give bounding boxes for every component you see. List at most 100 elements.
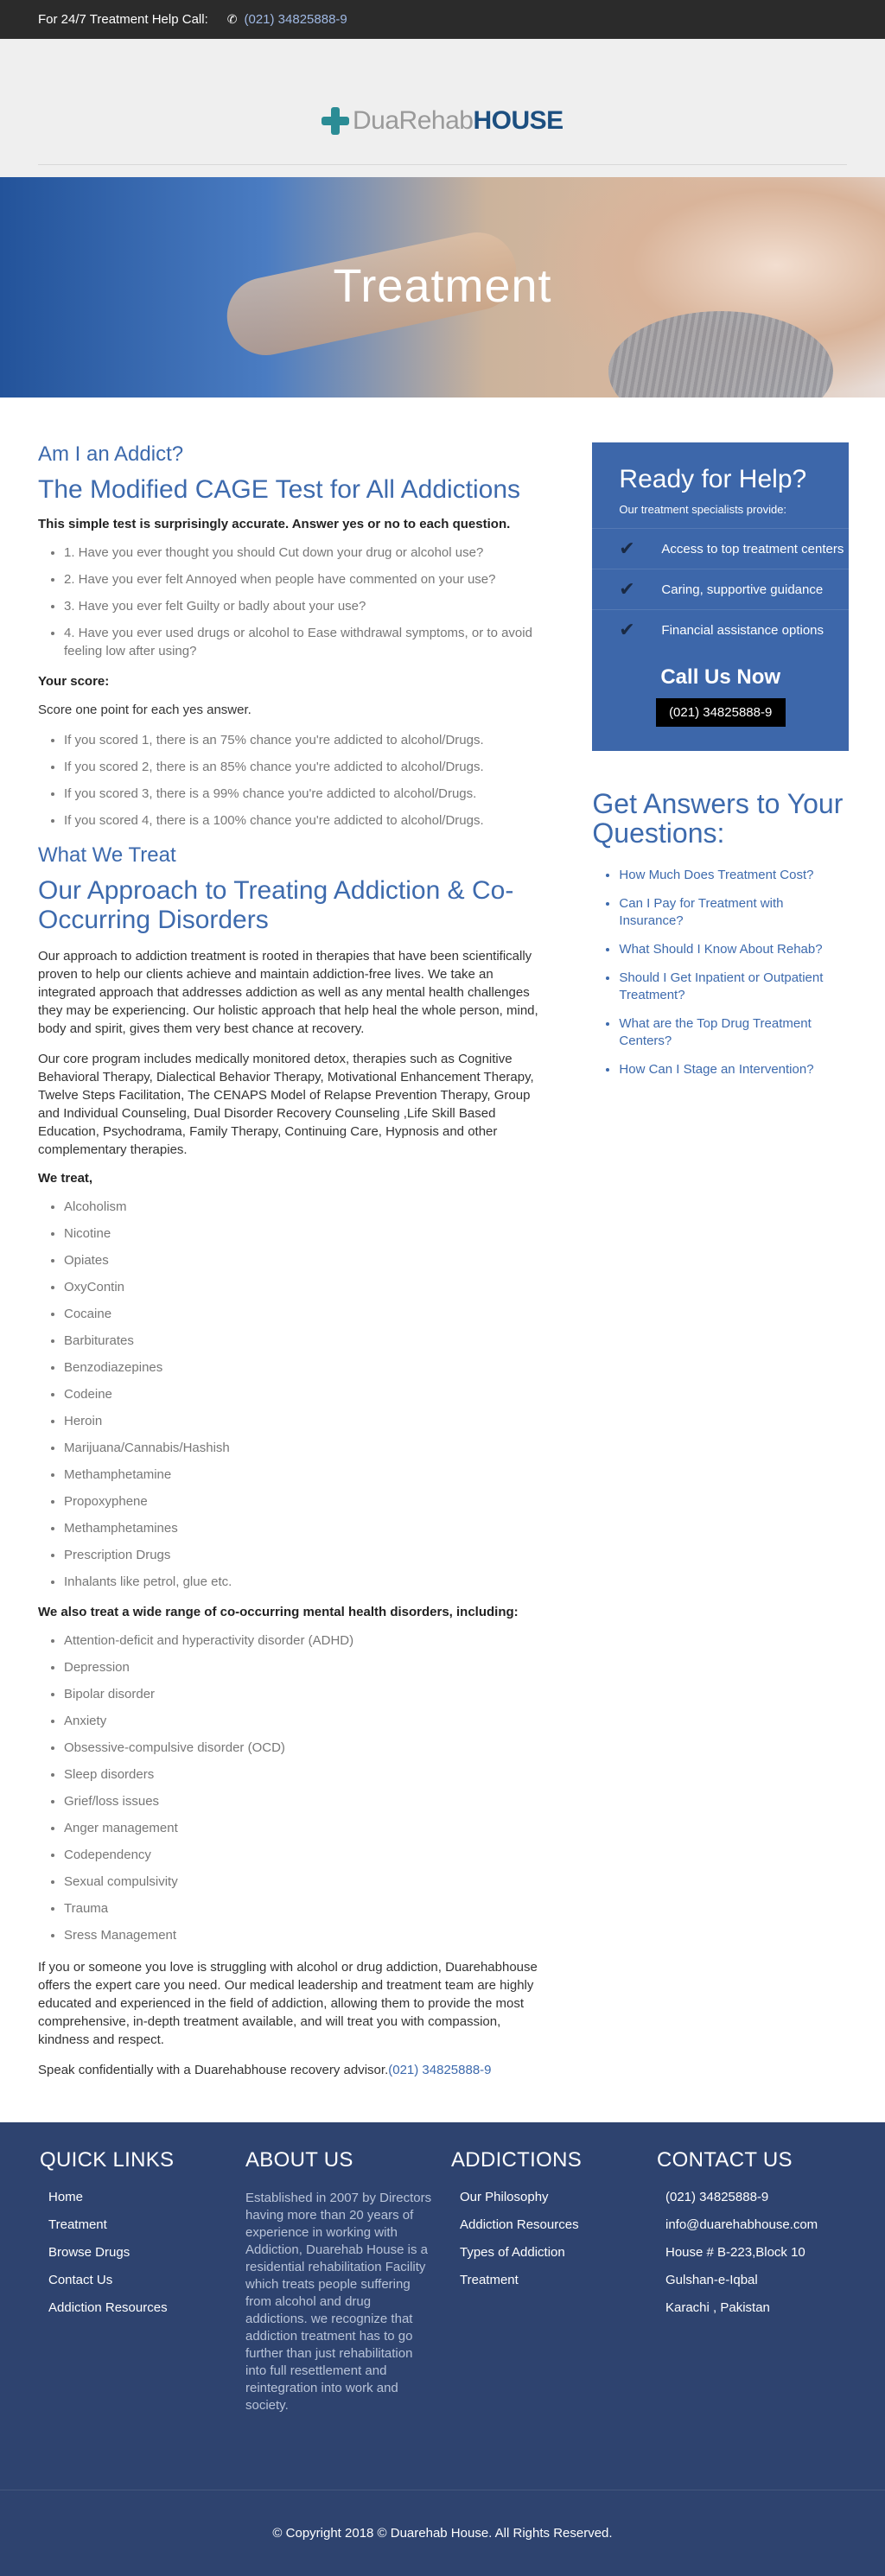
list-item: If you scored 2, there is an 85% chance … [64, 758, 547, 776]
score-intro: Score one point for each yes answer. [38, 703, 251, 717]
question-link-text[interactable]: What Should I Know About Rehab? [619, 942, 822, 957]
list-item: Anger management [64, 1819, 547, 1837]
heading-am-i-addict: Am I an Addict? [38, 442, 184, 466]
call-us-heading: Call Us Now [660, 665, 781, 689]
top-bar: For 24/7 Treatment Help Call: ✆ (021) 34… [0, 0, 885, 39]
footer-contact-phone[interactable]: (021) 34825888-9 [665, 2190, 863, 2204]
footer-link-treatment-2[interactable]: Treatment [460, 2273, 519, 2287]
site-logo[interactable]: DuaRehabHOUSE [322, 106, 563, 136]
list-item: Obsessive-compulsive disorder (OCD) [64, 1739, 547, 1757]
help-feature-item: ✔ Access to top treatment centers [592, 528, 849, 569]
list-item: 4. Have you ever used drugs or alcohol t… [64, 624, 547, 660]
list-item: Heroin [64, 1412, 547, 1430]
footer-link-home[interactable]: Home [48, 2190, 83, 2204]
site-header: DuaRehabHOUSE [0, 39, 885, 195]
question-link-text[interactable]: Can I Pay for Treatment with Insurance? [619, 896, 783, 928]
help-box: Ready for Help? Our treatment specialist… [592, 442, 849, 751]
list-item: Grief/loss issues [64, 1792, 547, 1810]
question-link-text[interactable]: How Can I Stage an Intervention? [619, 1062, 813, 1077]
footer-link-resources[interactable]: Addiction Resources [460, 2217, 579, 2232]
topbar-phone-number: (021) 34825888-9 [244, 12, 347, 27]
footer-addictions: ADDICTIONS Our Philosophy Addiction Reso… [451, 2148, 657, 2490]
we-treat-heading: We treat, [38, 1171, 93, 1186]
footer-link-philosophy[interactable]: Our Philosophy [460, 2190, 549, 2204]
question-link[interactable]: Should I Get Inpatient or Outpatient Tre… [619, 970, 849, 1004]
phone-icon: ✆ [226, 12, 238, 26]
list-item: Codeine [64, 1385, 547, 1403]
footer-link-types[interactable]: Types of Addiction [460, 2245, 565, 2260]
list-item: Propoxyphene [64, 1492, 547, 1511]
list-item: 3. Have you ever felt Guilty or badly ab… [64, 597, 547, 615]
heading-our-approach: Our Approach to Treating Addiction & Co-… [38, 876, 514, 934]
list-item: Anxiety [64, 1712, 547, 1730]
list-item: OxyContin [64, 1278, 547, 1296]
header-divider [38, 164, 847, 165]
footer-contact-address-2: Gulshan-e-Iqbal [665, 2273, 758, 2287]
footer-contact-address-1: House # B-223,Block 10 [665, 2245, 805, 2260]
footer-contact-title: CONTACT US [657, 2148, 793, 2172]
list-item: Cocaine [64, 1305, 547, 1323]
site-footer: QUICK LINKS Home Treatment Browse Drugs … [0, 2122, 885, 2576]
list-item: Benzodiazepines [64, 1358, 547, 1377]
approach-paragraph: Our approach to addiction treatment is r… [38, 949, 538, 1036]
help-feature-item: ✔ Financial assistance options [592, 609, 849, 650]
score-list: If you scored 1, there is an 75% chance … [38, 731, 547, 830]
heading-cage-test: The Modified CAGE Test for All Addiction… [38, 475, 521, 504]
question-link-text[interactable]: Should I Get Inpatient or Outpatient Tre… [619, 970, 823, 1002]
footer-contact-email[interactable]: info@duarehabhouse.com [665, 2217, 863, 2232]
helpline-label: For 24/7 Treatment Help Call: [38, 12, 208, 27]
advisor-phone-link[interactable]: (021) 34825888-9 [388, 2063, 491, 2077]
list-item: Codependency [64, 1846, 547, 1864]
question-list: 1. Have you ever thought you should Cut … [38, 544, 547, 660]
checkmark-icon: ✔ [619, 578, 635, 600]
footer-about-text: Established in 2007 by Directors having … [245, 2191, 432, 2413]
disorder-list: Attention-deficit and hyperactivity diso… [38, 1631, 547, 1944]
list-item: If you scored 1, there is an 75% chance … [64, 731, 547, 749]
help-feature-item: ✔ Caring, supportive guidance [592, 569, 849, 609]
sidebar: Ready for Help? Our treatment specialist… [592, 442, 849, 2091]
question-link[interactable]: How Can I Stage an Intervention? [619, 1061, 849, 1078]
substance-list: Alcoholism Nicotine Opiates OxyContin Co… [38, 1198, 547, 1591]
list-item: 2. Have you ever felt Annoyed when peopl… [64, 570, 547, 588]
footer-about-title: ABOUT US [245, 2148, 353, 2172]
question-link-text[interactable]: How Much Does Treatment Cost? [619, 868, 813, 882]
topbar-phone-link[interactable]: ✆ (021) 34825888-9 [227, 12, 347, 27]
question-link[interactable]: How Much Does Treatment Cost? [619, 867, 849, 884]
help-feature-label: Financial assistance options [661, 622, 825, 638]
heading-what-we-treat: What We Treat [38, 843, 176, 867]
medical-cross-icon [322, 107, 349, 135]
main-content: Am I an Addict? The Modified CAGE Test f… [38, 442, 547, 2091]
question-link[interactable]: What Should I Know About Rehab? [619, 941, 849, 958]
help-box-title: Ready for Help? [619, 465, 807, 493]
list-item: Trauma [64, 1899, 547, 1918]
footer-link-browse-drugs[interactable]: Browse Drugs [48, 2245, 130, 2260]
list-item: If you scored 4, there is a 100% chance … [64, 811, 547, 830]
list-item: Inhalants like petrol, glue etc. [64, 1573, 547, 1591]
list-item: Methamphetamine [64, 1466, 547, 1484]
question-link-text[interactable]: What are the Top Drug Treatment Centers? [619, 1016, 811, 1048]
list-item: Bipolar disorder [64, 1685, 547, 1703]
question-link[interactable]: Can I Pay for Treatment with Insurance? [619, 895, 849, 930]
footer-link-contact[interactable]: Contact Us [48, 2273, 112, 2287]
list-item: If you scored 3, there is a 99% chance y… [64, 785, 547, 803]
footer-link-treatment[interactable]: Treatment [48, 2217, 107, 2232]
footer-quick-links-title: QUICK LINKS [40, 2148, 175, 2172]
call-phone-button[interactable]: (021) 34825888-9 [655, 698, 786, 727]
also-treat-heading: We also treat a wide range of co-occurri… [38, 1605, 519, 1619]
footer-contact-address-3: Karachi , Pakistan [665, 2300, 770, 2315]
test-intro: This simple test is surprisingly accurat… [38, 517, 511, 531]
checkmark-icon: ✔ [619, 537, 635, 559]
question-link[interactable]: What are the Top Drug Treatment Centers? [619, 1015, 849, 1050]
list-item: Opiates [64, 1251, 547, 1269]
help-feature-label: Caring, supportive guidance [661, 582, 824, 597]
footer-link-addiction-resources[interactable]: Addiction Resources [48, 2300, 168, 2315]
checkmark-icon: ✔ [619, 619, 635, 640]
list-item: Sexual compulsivity [64, 1873, 547, 1891]
logo-text-house: HOUSE [473, 106, 563, 135]
copyright-notice: © Copyright 2018 © Duarehab House. All R… [0, 2490, 885, 2576]
list-item: 1. Have you ever thought you should Cut … [64, 544, 547, 562]
expert-care-paragraph: If you or someone you love is struggling… [38, 1960, 538, 2047]
hero-title: Treatment [333, 260, 552, 312]
list-item: Marijuana/Cannabis/Hashish [64, 1439, 547, 1457]
list-item: Nicotine [64, 1224, 547, 1243]
